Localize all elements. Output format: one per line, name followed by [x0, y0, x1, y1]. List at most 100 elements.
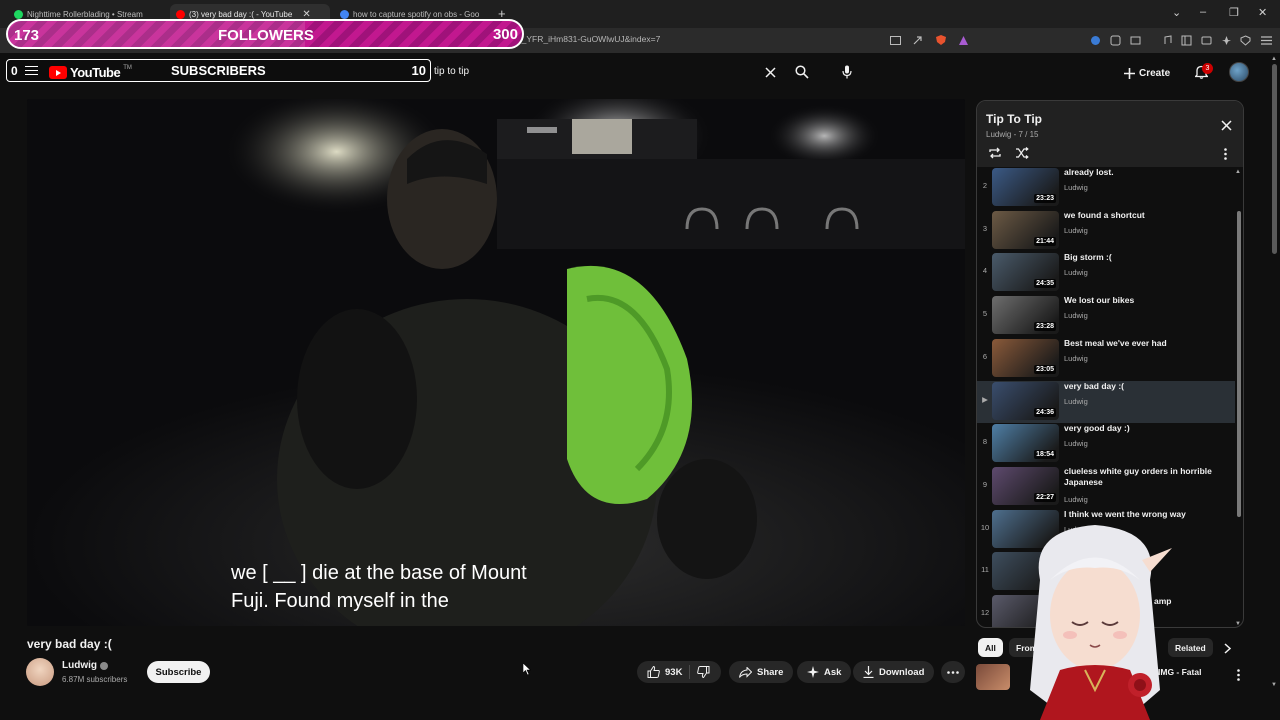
playlist-item-thumbnail[interactable]: 23:05	[992, 338, 1059, 377]
page-scroll-up-icon[interactable]: ▲	[1271, 56, 1277, 62]
page-scroll-thumb[interactable]	[1272, 64, 1277, 254]
playlist-scrollbar[interactable]: ▲ ▼	[1235, 167, 1243, 627]
scroll-up-icon[interactable]: ▲	[1235, 169, 1241, 175]
loop-playlist-icon[interactable]	[987, 146, 1003, 160]
channel-subscriber-count: 6.87M subscribers	[62, 675, 128, 684]
ask-button[interactable]: Ask	[797, 661, 852, 683]
playlist-title[interactable]: Tip To Tip	[986, 112, 1042, 126]
playlist-item-thumbnail[interactable]: 21:44	[992, 210, 1059, 249]
vpn-icon[interactable]	[1238, 33, 1252, 47]
playlist-item-title[interactable]: very bad day :(	[1064, 381, 1228, 392]
playlist-item-index: 6	[982, 351, 988, 361]
screenshot-icon[interactable]	[1128, 33, 1142, 47]
page-scroll-down-icon[interactable]: ▼	[1271, 682, 1277, 688]
playlist-item-channel: Ludwig	[1064, 268, 1088, 278]
playlist-item-channel: Ludwig	[1064, 183, 1088, 192]
minimize-icon[interactable]: –	[1200, 6, 1206, 18]
like-count[interactable]: 93K	[665, 667, 682, 678]
caption-line: Fuji. Found myself in the	[231, 590, 449, 612]
mouse-cursor-icon	[522, 662, 532, 676]
menu-icon[interactable]	[25, 66, 38, 75]
playlist-item-thumbnail[interactable]: 24:36	[992, 381, 1059, 420]
share-button[interactable]: Share	[729, 661, 794, 683]
playlist-item[interactable]: 3 21:44 we found a shortcut Ludwig	[977, 210, 1235, 252]
close-playlist-icon[interactable]	[1219, 118, 1233, 132]
subscribers-label: SUBSCRIBERS	[171, 63, 266, 78]
close-tab-icon[interactable]: ✕	[302, 9, 310, 20]
playlist-item-title[interactable]: clueless white guy orders in horrible Ja…	[1064, 466, 1228, 488]
like-dislike-button-group: 93K	[637, 661, 721, 683]
playlist-item-title[interactable]: I think we went the wrong way	[1064, 509, 1228, 520]
dislike-icon[interactable]	[697, 666, 710, 678]
wallet-icon[interactable]	[1199, 33, 1213, 47]
scroll-down-icon[interactable]: ▼	[1235, 621, 1241, 627]
shuffle-playlist-icon[interactable]	[1014, 146, 1030, 160]
voice-search-icon[interactable]	[838, 62, 856, 82]
playlist-item-channel: Ludwig	[1064, 225, 1088, 235]
playlist-item[interactable]: 6 23:05 Best meal we've ever had Ludwig	[977, 338, 1235, 380]
playlist-item-title[interactable]: we found a shortcut	[1064, 210, 1228, 221]
playlist-item-thumbnail[interactable]: 23:28	[992, 296, 1059, 335]
sidebar-icon[interactable]	[1179, 33, 1193, 47]
maximize-icon[interactable]: ❐	[1229, 6, 1239, 19]
playlist-item-duration: 23:28	[1034, 322, 1056, 332]
brave-shields-icon[interactable]	[934, 33, 948, 47]
share-page-icon[interactable]	[910, 33, 924, 47]
browser-menu-icon[interactable]	[1259, 33, 1273, 47]
playlist-item-index: 9	[982, 479, 988, 489]
playlist-item[interactable]: 2 23:23 already lost. Ludwig	[977, 167, 1235, 209]
playlist-item-thumbnail[interactable]: 18:54	[992, 424, 1059, 463]
user-avatar[interactable]	[1229, 62, 1249, 82]
playlist-item-title[interactable]: Big storm :(	[1064, 252, 1228, 263]
playlist-item-index: 8	[982, 437, 988, 447]
playlist-item-thumbnail[interactable]: 22:27	[992, 466, 1059, 505]
playlist-item[interactable]: 5 23:28 We lost our bikes Ludwig	[977, 295, 1235, 337]
clear-search-icon[interactable]	[763, 65, 777, 79]
playlist-item-thumbnail[interactable]: 23:23	[992, 168, 1059, 206]
recommendation-more-icon[interactable]	[1234, 668, 1242, 682]
playlist-item-title[interactable]: already lost.	[1064, 167, 1228, 178]
install-app-icon[interactable]	[888, 33, 902, 47]
share-label: Share	[757, 666, 784, 678]
search-icon[interactable]	[793, 64, 811, 80]
playlist-item-index: 10	[980, 522, 990, 532]
search-input[interactable]: tip to tip	[434, 66, 469, 77]
playlist-item-duration: 23:05	[1034, 364, 1056, 374]
channel-name-text: Ludwig	[62, 660, 97, 671]
extension-icon[interactable]	[1088, 33, 1102, 47]
playlist-item-channel: Ludwig	[1064, 311, 1088, 321]
channel-name[interactable]: Ludwig	[62, 660, 108, 671]
video-player[interactable]: we [ __ ] die at the base of Mount Fuji.…	[27, 99, 965, 626]
playlist-item-title[interactable]: We lost our bikes	[1064, 295, 1228, 306]
playlist-item-title[interactable]: very good day :)	[1064, 423, 1228, 434]
close-window-icon[interactable]: ✕	[1258, 6, 1267, 19]
more-actions-button[interactable]	[941, 661, 965, 683]
playlist-item[interactable]: ▶ 24:36 very bad day :(Ludwig	[977, 380, 1235, 423]
channel-avatar[interactable]	[26, 658, 54, 686]
playlist-item[interactable]: 8 18:54 very good day :) Ludwig	[977, 423, 1235, 465]
media-icon[interactable]	[1160, 33, 1174, 47]
puzzle-extension-icon[interactable]	[1108, 33, 1122, 47]
download-button[interactable]: Download	[853, 661, 935, 683]
youtube-logo[interactable]: YouTube TM	[49, 65, 132, 80]
subscribers-current: 0	[11, 64, 18, 78]
divider	[689, 665, 691, 679]
tab-search-icon[interactable]: ⌄	[1172, 6, 1181, 19]
playlist-more-icon[interactable]	[1220, 147, 1230, 161]
playlist-item-title[interactable]: Best meal we've ever had	[1064, 338, 1228, 349]
playlist-item[interactable]: 9 22:27 clueless white guy orders in horri…	[977, 466, 1235, 508]
brave-rewards-icon[interactable]	[956, 33, 970, 47]
playlist-item-index: 2	[982, 181, 988, 190]
video-caption: we [ __ ] die at the base of Mount Fuji.…	[231, 559, 527, 615]
create-button[interactable]: Create	[1124, 64, 1170, 82]
create-label: Create	[1139, 67, 1171, 79]
leo-ai-icon[interactable]	[1219, 33, 1233, 47]
playlist-item-thumbnail[interactable]: 24:35	[992, 253, 1059, 292]
playlist-item[interactable]: 4 24:35 Big storm :(Ludwig	[977, 252, 1235, 294]
chevron-right-icon[interactable]	[1220, 641, 1234, 655]
playlist-scroll-thumb[interactable]	[1237, 211, 1241, 517]
playlist-item-duration: 22:27	[1034, 492, 1056, 502]
playlist-item-index: 11	[981, 565, 989, 575]
subscribe-button[interactable]: Subscribe	[147, 661, 210, 683]
like-icon[interactable]	[647, 666, 660, 678]
